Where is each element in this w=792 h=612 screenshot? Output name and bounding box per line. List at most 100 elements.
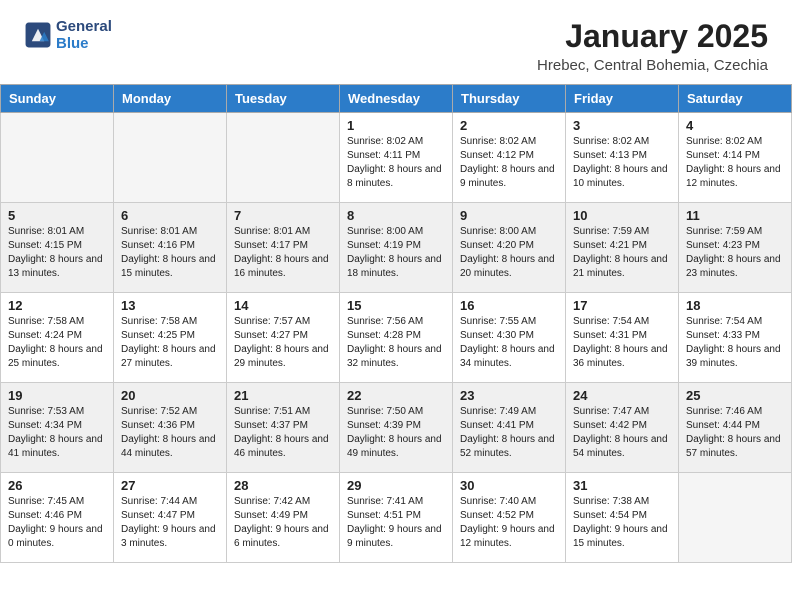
day-header-monday: Monday [114, 85, 227, 113]
cell-info: Sunrise: 8:02 AMSunset: 4:14 PMDaylight:… [686, 135, 784, 191]
day-number: 14 [234, 298, 332, 313]
cell-info: Sunrise: 7:44 AMSunset: 4:47 PMDaylight:… [121, 495, 219, 551]
calendar-cell: 10Sunrise: 7:59 AMSunset: 4:21 PMDayligh… [566, 203, 679, 293]
calendar-cell: 27 Sunrise: 7:44 AMSunset: 4:47 PMDayligh… [114, 473, 227, 563]
calendar-cell: 14Sunrise: 7:57 AMSunset: 4:27 PMDayligh… [227, 293, 340, 383]
cell-info: Sunrise: 7:51 AMSunset: 4:37 PMDaylight:… [234, 405, 332, 461]
calendar-cell [1, 113, 114, 203]
cell-info: Sunrise: 8:00 AMSunset: 4:20 PMDaylight:… [460, 225, 558, 281]
calendar-cell: 18 Sunrise: 7:54 AMSunset: 4:33 PMDayligh… [679, 293, 792, 383]
calendar-cell: 3 Sunrise: 8:02 AMSunset: 4:13 PMDaylight… [566, 113, 679, 203]
day-number: 20 [121, 388, 219, 403]
cell-info: Sunrise: 7:58 AMSunset: 4:24 PMDaylight:… [8, 315, 106, 371]
calendar-cell: 1 Sunrise: 8:02 AMSunset: 4:11 PMDaylight… [340, 113, 453, 203]
cell-info: Sunrise: 7:54 AMSunset: 4:33 PMDaylight:… [686, 315, 784, 371]
cell-info: Sunrise: 7:45 AMSunset: 4:46 PMDaylight:… [8, 495, 106, 551]
calendar-cell: 25 Sunrise: 7:46 AMSunset: 4:44 PMDayligh… [679, 383, 792, 473]
calendar-header-row: SundayMondayTuesdayWednesdayThursdayFrid… [1, 85, 792, 113]
day-number: 13 [121, 298, 219, 313]
day-number: 12 [8, 298, 106, 313]
calendar-cell: 24Sunrise: 7:47 AMSunset: 4:42 PMDayligh… [566, 383, 679, 473]
calendar-cell: 11 Sunrise: 7:59 AMSunset: 4:23 PMDayligh… [679, 203, 792, 293]
day-number: 15 [347, 298, 445, 313]
cell-info: Sunrise: 8:01 AMSunset: 4:16 PMDaylight:… [121, 225, 219, 281]
day-number: 16 [460, 298, 558, 313]
day-number: 21 [234, 388, 332, 403]
day-header-thursday: Thursday [453, 85, 566, 113]
cell-info: Sunrise: 8:02 AMSunset: 4:12 PMDaylight:… [460, 135, 558, 191]
calendar-cell: 29 Sunrise: 7:41 AMSunset: 4:51 PMDayligh… [340, 473, 453, 563]
day-number: 9 [460, 208, 558, 223]
cell-info: Sunrise: 7:53 AMSunset: 4:34 PMDaylight:… [8, 405, 106, 461]
calendar-cell: 22 Sunrise: 7:50 AMSunset: 4:39 PMDayligh… [340, 383, 453, 473]
cell-info: Sunrise: 7:38 AMSunset: 4:54 PMDaylight:… [573, 495, 671, 551]
cell-info: Sunrise: 8:00 AMSunset: 4:19 PMDaylight:… [347, 225, 445, 281]
day-header-saturday: Saturday [679, 85, 792, 113]
day-number: 19 [8, 388, 106, 403]
day-number: 4 [686, 118, 784, 133]
calendar-cell [679, 473, 792, 563]
cell-info: Sunrise: 7:47 AMSunset: 4:42 PMDaylight:… [573, 405, 671, 461]
day-number: 23 [460, 388, 558, 403]
cell-info: Sunrise: 8:01 AMSunset: 4:17 PMDaylight:… [234, 225, 332, 281]
calendar-cell: 9 Sunrise: 8:00 AMSunset: 4:20 PMDaylight… [453, 203, 566, 293]
cell-info: Sunrise: 7:58 AMSunset: 4:25 PMDaylight:… [121, 315, 219, 371]
calendar-cell: 2 Sunrise: 8:02 AMSunset: 4:12 PMDaylight… [453, 113, 566, 203]
cell-info: Sunrise: 7:40 AMSunset: 4:52 PMDaylight:… [460, 495, 558, 551]
day-header-friday: Friday [566, 85, 679, 113]
day-number: 28 [234, 478, 332, 493]
calendar-cell: 28 Sunrise: 7:42 AMSunset: 4:49 PMDayligh… [227, 473, 340, 563]
day-number: 26 [8, 478, 106, 493]
calendar-cell: 30 Sunrise: 7:40 AMSunset: 4:52 PMDayligh… [453, 473, 566, 563]
calendar-cell [227, 113, 340, 203]
calendar-cell: 20 Sunrise: 7:52 AMSunset: 4:36 PMDayligh… [114, 383, 227, 473]
cell-info: Sunrise: 7:56 AMSunset: 4:28 PMDaylight:… [347, 315, 445, 371]
calendar-week-row: 19 Sunrise: 7:53 AMSunset: 4:34 PMDayligh… [1, 383, 792, 473]
logo: GeneralBlue [24, 18, 112, 53]
day-number: 18 [686, 298, 784, 313]
day-number: 30 [460, 478, 558, 493]
calendar-cell: 7Sunrise: 8:01 AMSunset: 4:17 PMDaylight… [227, 203, 340, 293]
cell-info: Sunrise: 7:49 AMSunset: 4:41 PMDaylight:… [460, 405, 558, 461]
calendar-cell [114, 113, 227, 203]
calendar-cell: 31 Sunrise: 7:38 AMSunset: 4:54 PMDayligh… [566, 473, 679, 563]
day-number: 29 [347, 478, 445, 493]
day-header-wednesday: Wednesday [340, 85, 453, 113]
calendar-cell: 12 Sunrise: 7:58 AMSunset: 4:24 PMDayligh… [1, 293, 114, 383]
cell-info: Sunrise: 7:54 AMSunset: 4:31 PMDaylight:… [573, 315, 671, 371]
day-number: 22 [347, 388, 445, 403]
day-number: 25 [686, 388, 784, 403]
calendar-week-row: 26 Sunrise: 7:45 AMSunset: 4:46 PMDayligh… [1, 473, 792, 563]
cell-info: Sunrise: 8:02 AMSunset: 4:13 PMDaylight:… [573, 135, 671, 191]
cell-info: Sunrise: 7:59 AMSunset: 4:21 PMDaylight:… [573, 225, 671, 281]
cell-info: Sunrise: 8:02 AMSunset: 4:11 PMDaylight:… [347, 135, 445, 191]
title-block: January 2025 Hrebec, Central Bohemia, Cz… [537, 18, 768, 74]
day-number: 3 [573, 118, 671, 133]
day-number: 31 [573, 478, 671, 493]
calendar-week-row: 12 Sunrise: 7:58 AMSunset: 4:24 PMDayligh… [1, 293, 792, 383]
logo-text: GeneralBlue [56, 18, 112, 53]
day-number: 27 [121, 478, 219, 493]
day-header-tuesday: Tuesday [227, 85, 340, 113]
calendar-week-row: 1 Sunrise: 8:02 AMSunset: 4:11 PMDaylight… [1, 113, 792, 203]
calendar-cell: 26 Sunrise: 7:45 AMSunset: 4:46 PMDayligh… [1, 473, 114, 563]
day-number: 8 [347, 208, 445, 223]
calendar-cell: 8 Sunrise: 8:00 AMSunset: 4:19 PMDaylight… [340, 203, 453, 293]
day-number: 1 [347, 118, 445, 133]
page-header: GeneralBlue January 2025 Hrebec, Central… [0, 0, 792, 84]
cell-info: Sunrise: 7:52 AMSunset: 4:36 PMDaylight:… [121, 405, 219, 461]
calendar-cell: 15 Sunrise: 7:56 AMSunset: 4:28 PMDayligh… [340, 293, 453, 383]
calendar-cell: 5Sunrise: 8:01 AMSunset: 4:15 PMDaylight… [1, 203, 114, 293]
cell-info: Sunrise: 7:50 AMSunset: 4:39 PMDaylight:… [347, 405, 445, 461]
calendar-week-row: 5Sunrise: 8:01 AMSunset: 4:15 PMDaylight… [1, 203, 792, 293]
cell-info: Sunrise: 7:41 AMSunset: 4:51 PMDaylight:… [347, 495, 445, 551]
month-title: January 2025 [537, 18, 768, 55]
day-number: 2 [460, 118, 558, 133]
cell-info: Sunrise: 7:59 AMSunset: 4:23 PMDaylight:… [686, 225, 784, 281]
day-number: 11 [686, 208, 784, 223]
cell-info: Sunrise: 7:42 AMSunset: 4:49 PMDaylight:… [234, 495, 332, 551]
logo-icon [24, 21, 52, 49]
location-title: Hrebec, Central Bohemia, Czechia [537, 57, 768, 74]
cell-info: Sunrise: 7:46 AMSunset: 4:44 PMDaylight:… [686, 405, 784, 461]
calendar-cell: 19 Sunrise: 7:53 AMSunset: 4:34 PMDayligh… [1, 383, 114, 473]
